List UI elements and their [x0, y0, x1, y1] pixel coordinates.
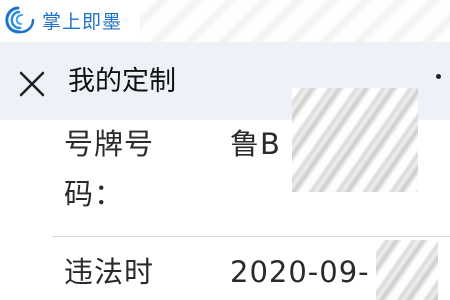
field-label-plate-line2: 码： — [64, 177, 125, 211]
field-label-plate-line1: 号牌号 — [64, 127, 155, 161]
row-divider — [52, 236, 450, 237]
close-icon[interactable] — [18, 70, 46, 98]
top-haze — [140, 0, 450, 42]
more-dot-icon[interactable] — [436, 74, 441, 79]
redaction-mosaic-date — [376, 240, 438, 300]
field-value-plate: 鲁B — [230, 127, 281, 161]
page-title: 我的定制 — [68, 66, 176, 97]
redaction-mosaic — [292, 88, 418, 192]
wave-logo-icon — [5, 6, 35, 34]
screen: 掌上即墨 我的定制 号牌号 码： 鲁B 违法时 2020-09- — [0, 0, 450, 300]
field-value-violation-time: 2020-09- — [230, 255, 370, 289]
watermark-text: 掌上即墨 — [42, 10, 123, 33]
app-watermark: 掌上即墨 — [4, 4, 122, 36]
field-label-violation-time: 违法时 — [64, 255, 155, 289]
